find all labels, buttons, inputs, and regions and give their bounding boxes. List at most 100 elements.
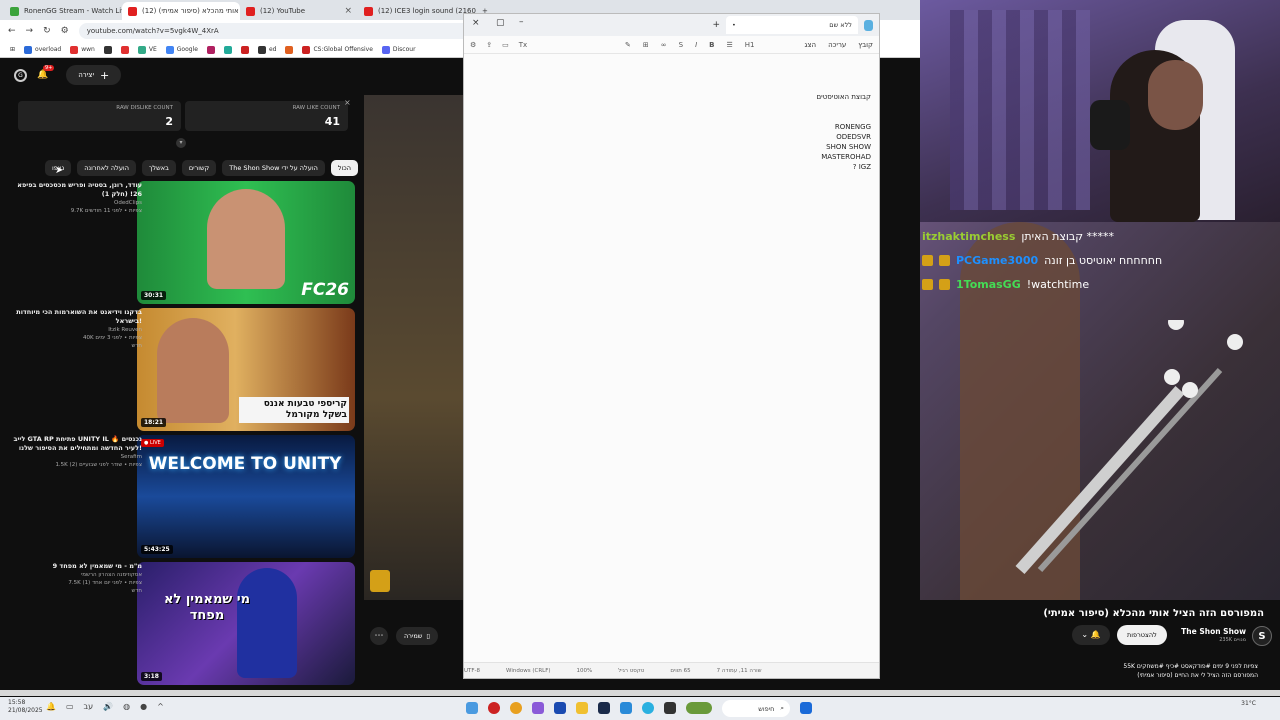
- record-icon[interactable]: ●: [140, 702, 147, 711]
- list-item[interactable]: FC26 30:31 עודד, רונן, בסטיה ופריש מכסכס…: [17, 181, 355, 304]
- forward-icon[interactable]: →: [26, 26, 34, 36]
- edge-taskbar-icon[interactable]: [642, 702, 654, 714]
- close-icon[interactable]: ×: [472, 18, 480, 28]
- app-taskbar-icon[interactable]: [664, 702, 676, 714]
- channel-name[interactable]: Itzik Reuven: [12, 326, 142, 334]
- bookmark-item[interactable]: [206, 45, 215, 54]
- channel-avatar[interactable]: S: [1252, 626, 1272, 646]
- notepad-tab[interactable]: • ללא שם: [726, 16, 858, 34]
- copilot-icon[interactable]: ✎: [625, 41, 631, 49]
- app-taskbar-icon[interactable]: [532, 702, 544, 714]
- strikethrough-icon[interactable]: S: [679, 41, 683, 49]
- reload-icon[interactable]: ↻: [43, 26, 51, 36]
- video-thumbnail[interactable]: FC26 30:31: [137, 181, 355, 304]
- chip-related[interactable]: קשורים: [181, 160, 217, 176]
- notifications-bell-icon[interactable]: 🔔 9+: [37, 65, 55, 80]
- maximize-icon[interactable]: ▢: [496, 18, 505, 28]
- weather-widget[interactable]: 31°C: [1241, 700, 1256, 708]
- list-item[interactable]: ● LIVE WELCOME TO UNITY 5:43:25 לייב GTA…: [14, 435, 355, 558]
- bookmark-item[interactable]: Discour: [381, 45, 416, 54]
- browser-tab[interactable]: RonenGG Stream - Watch Live×: [4, 2, 122, 20]
- steam-taskbar-icon[interactable]: [598, 702, 610, 714]
- list-icon[interactable]: ☰: [726, 41, 732, 49]
- channel-name[interactable]: Serafim: [12, 453, 142, 461]
- bookmark-item[interactable]: wwn: [70, 45, 95, 54]
- table-icon[interactable]: ⊞: [643, 41, 649, 49]
- bold-icon[interactable]: B: [709, 41, 714, 49]
- settings-icon[interactable]: ⚙: [470, 41, 476, 49]
- system-clock[interactable]: 15:58 21/08/2025: [8, 699, 43, 715]
- channel-name[interactable]: The Shon Show: [1181, 627, 1246, 636]
- notepad-taskbar-icon[interactable]: [466, 702, 478, 714]
- video-thumbnail[interactable]: מי שמאמין לא מפחד 3:18: [137, 562, 355, 685]
- bookmark-item[interactable]: [240, 45, 249, 54]
- subscribe-button[interactable]: להצטרפות: [1117, 625, 1167, 645]
- display-icon[interactable]: ▭: [66, 702, 74, 711]
- taskbar-search[interactable]: חיפוש ⌕: [722, 700, 790, 717]
- menu-edit[interactable]: עריכה: [828, 41, 846, 49]
- close-icon[interactable]: ×: [344, 98, 351, 107]
- video-title[interactable]: לייב GTA RP פתיחת UNITY IL 🔥 נכנסים לעיר…: [12, 435, 142, 453]
- chip-all[interactable]: הכול: [330, 160, 358, 176]
- bookmark-item[interactable]: CS:Global Offensive: [302, 45, 373, 54]
- chevron-down-icon[interactable]: ▾: [176, 138, 186, 148]
- menu-file[interactable]: קובץ: [858, 41, 873, 49]
- chip-for-you[interactable]: באשלך: [141, 160, 176, 176]
- chip-uploaded-by[interactable]: The Shon Show הועלה על ידי: [222, 160, 325, 176]
- horizontal-scrollbar[interactable]: [0, 690, 1280, 696]
- status-format[interactable]: טקסט רגיל: [618, 668, 644, 674]
- video-title[interactable]: 9 מ"מ - מי שמאמין לא מפחד: [12, 562, 142, 571]
- browser-tab-active[interactable]: המפורסם הזה הציל אותי מהכלא (סיפור אמיתי…: [122, 2, 240, 20]
- bookmark-item[interactable]: VE: [137, 45, 157, 54]
- save-button[interactable]: שמירה ▯: [396, 627, 438, 645]
- video-player[interactable]: [364, 95, 464, 600]
- site-info-icon[interactable]: ⚙: [61, 26, 69, 36]
- avatar[interactable]: G: [14, 68, 27, 82]
- video-title[interactable]: בדקנו וידיאנט את השוארמות הכי מיוחדות בי…: [12, 308, 142, 326]
- back-icon[interactable]: ←: [8, 26, 16, 36]
- channel-name[interactable]: אסקוזימנה הצהרון הרשמי: [12, 571, 142, 579]
- bookmark-item[interactable]: [223, 45, 232, 54]
- bookmark-item[interactable]: [120, 45, 129, 54]
- network-icon[interactable]: ◍: [123, 702, 130, 711]
- new-tab-icon[interactable]: +: [712, 20, 720, 30]
- language-icon[interactable]: עב: [84, 702, 94, 711]
- channel-name[interactable]: OdedClips: [12, 199, 142, 207]
- bookmark-item[interactable]: [103, 45, 112, 54]
- clear-format-icon[interactable]: Tx: [519, 41, 527, 49]
- video-title[interactable]: עודד, רונן, בסטיה ופריש מכסכסים בפיפא 26…: [12, 181, 142, 199]
- close-icon[interactable]: ×: [344, 6, 352, 16]
- more-icon[interactable]: ⋯: [370, 627, 388, 645]
- italic-icon[interactable]: I: [695, 41, 697, 49]
- video-thumbnail[interactable]: ● LIVE WELCOME TO UNITY 5:43:25: [137, 435, 355, 558]
- bookmark-item[interactable]: ed: [257, 45, 276, 54]
- list-item[interactable]: קריספי טבעות אננס בשקל מקורמל 18:21 בדקנ…: [16, 308, 355, 431]
- bookmark-item[interactable]: Google: [165, 45, 198, 54]
- link-icon[interactable]: ∞: [661, 41, 667, 49]
- chrome-taskbar-icon[interactable]: [510, 702, 522, 714]
- volume-icon[interactable]: 🔊: [103, 702, 113, 711]
- heading-icon[interactable]: H1: [745, 41, 755, 49]
- minimize-icon[interactable]: –: [519, 17, 524, 27]
- app-taskbar-icon[interactable]: [554, 702, 566, 714]
- app-taskbar-icon[interactable]: [620, 702, 632, 714]
- browser-tab[interactable]: (12) YouTube ×: [240, 2, 358, 20]
- chevron-up-icon[interactable]: ^: [157, 702, 164, 711]
- start-icon[interactable]: [800, 702, 812, 714]
- upload-icon[interactable]: ⇪: [486, 41, 492, 49]
- video-thumbnail[interactable]: קריספי טבעות אננס בשקל מקורמל 18:21: [137, 308, 355, 431]
- chip-recent[interactable]: הועלה לאחרונה: [77, 160, 136, 176]
- apps-icon[interactable]: ⊞: [10, 46, 15, 53]
- create-button[interactable]: יצירה +: [66, 65, 122, 85]
- notepad-text-area[interactable]: קבוצת האוטיסטים RONENGG ODEDSVR SHON SHO…: [817, 92, 871, 172]
- list-item[interactable]: מי שמאמין לא מפחד 3:18 9 מ"מ - מי שמאמין…: [20, 562, 355, 685]
- bookmark-item[interactable]: overload: [24, 45, 61, 54]
- menu-view[interactable]: הצג: [804, 41, 816, 49]
- chat-icon[interactable]: ▭: [502, 41, 509, 49]
- url-input[interactable]: youtube.com/watch?v=5vgk4W_4XrA: [78, 23, 479, 39]
- app-taskbar-icon[interactable]: [488, 702, 500, 714]
- bookmark-item[interactable]: [285, 45, 294, 54]
- explorer-taskbar-icon[interactable]: [576, 702, 588, 714]
- browser-tab[interactable]: (12) ICE3 login sound (2160p)×: [358, 2, 476, 20]
- notification-icon[interactable]: 🔔: [46, 702, 56, 711]
